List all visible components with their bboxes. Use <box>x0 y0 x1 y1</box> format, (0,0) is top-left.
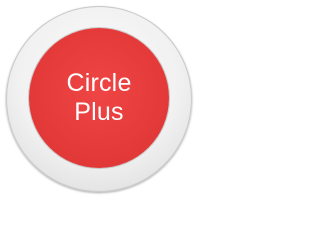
logo-text-line-1: Circle <box>66 69 132 97</box>
logo-badge: Circle Plus <box>0 0 200 200</box>
inner-red-circle: Circle Plus <box>29 28 169 168</box>
logo-text-line-2: Plus <box>74 98 124 126</box>
